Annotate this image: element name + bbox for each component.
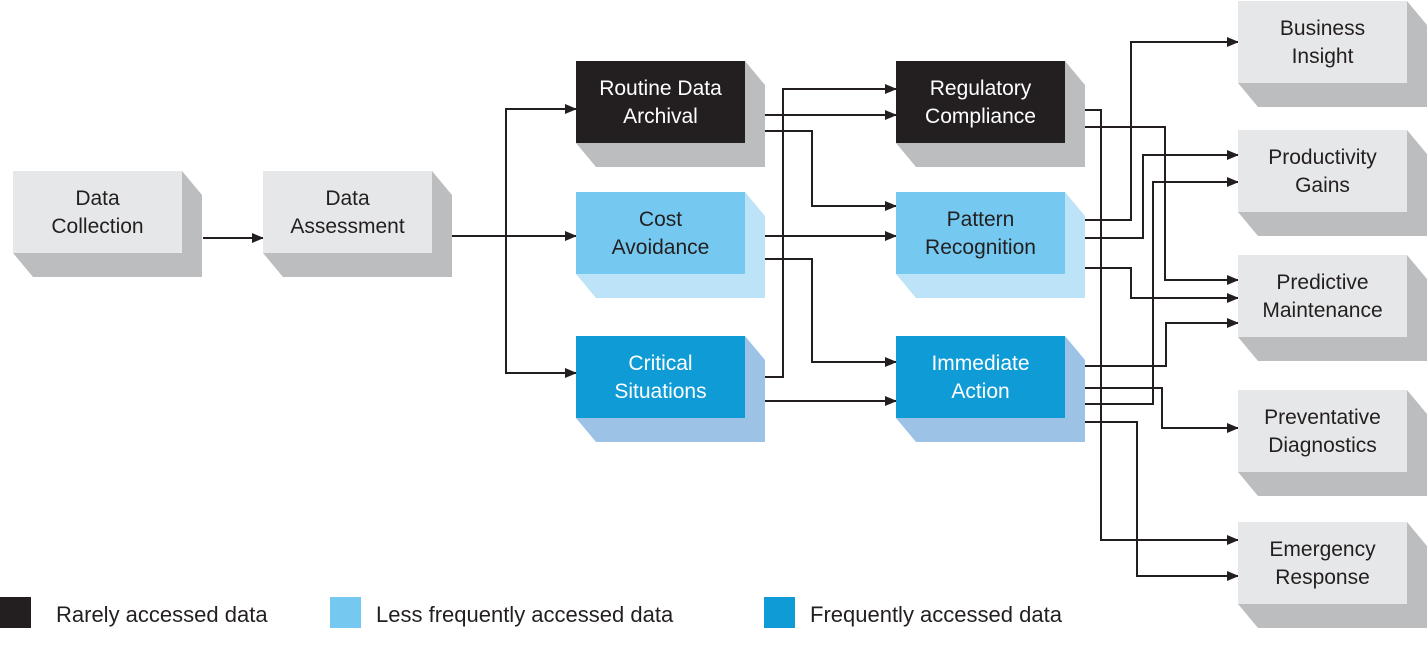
legend-swatch-less (330, 597, 361, 628)
nodes: Data Collection Data Assessment Routine Data… (13, 1, 1427, 628)
node-label: Collection (51, 215, 143, 238)
legend-swatch-frequent (764, 597, 795, 628)
legend-label-rare: Rarely accessed data (56, 602, 268, 627)
edge-immediate-to-emergency (1085, 421, 1239, 581)
node-label: Immediate (931, 352, 1029, 375)
node-label: Data (325, 187, 370, 210)
legend-label-less: Less frequently accessed data (376, 602, 674, 627)
node-face (1238, 522, 1407, 604)
edge-immediate-to-predictive (1085, 318, 1239, 367)
node-face (576, 192, 745, 274)
node-face (896, 336, 1065, 418)
node-productivity: Productivity Gains (1238, 130, 1427, 236)
edge-immediate-to-productivity (1085, 177, 1239, 405)
node-label: Insight (1292, 45, 1354, 68)
node-immediate: Immediate Action (896, 336, 1085, 442)
legend-label-frequent: Frequently accessed data (810, 602, 1062, 627)
node-face (1238, 1, 1407, 83)
edge-pattern-to-productivity (1085, 150, 1239, 239)
edge-regulatory-to-predictive (1085, 126, 1239, 285)
edge-pattern-to-insight (1085, 37, 1239, 221)
flow-diagram: Data Collection Data Assessment Routine Data… (13, 1, 1427, 628)
node-label: Emergency (1269, 538, 1376, 561)
edge-archival-to-pattern (765, 130, 897, 211)
node-archival: Routine Data Archival (576, 61, 765, 167)
node-label: Diagnostics (1268, 434, 1377, 457)
edge-critical-to-regulatory (765, 84, 897, 378)
edge-regulatory-to-emergency (1085, 109, 1239, 545)
node-face (13, 171, 182, 253)
node-face (1238, 130, 1407, 212)
node-label: Recognition (925, 236, 1036, 259)
node-label: Gains (1295, 174, 1350, 197)
node-cost: Cost Avoidance (576, 192, 765, 298)
node-face (896, 61, 1065, 143)
node-label: Maintenance (1262, 299, 1382, 322)
edge-assessment-to-critical (505, 236, 577, 378)
node-regulatory: Regulatory Compliance (896, 61, 1085, 167)
node-pattern: Pattern Recognition (896, 192, 1085, 298)
node-label: Cost (639, 208, 682, 231)
node-emergency: Emergency Response (1238, 522, 1427, 628)
node-label: Business (1280, 17, 1365, 40)
node-label: Action (951, 380, 1009, 403)
node-label: Critical (628, 352, 692, 375)
node-label: Situations (614, 380, 706, 403)
node-face (576, 336, 745, 418)
node-assessment: Data Assessment (263, 171, 452, 277)
node-insight: Business Insight (1238, 1, 1427, 107)
node-label: Regulatory (930, 77, 1032, 100)
node-label: Preventative (1264, 406, 1381, 429)
node-label: Avoidance (612, 236, 710, 259)
node-label: Data (75, 187, 120, 210)
edge-assessment-to-archival (452, 104, 577, 237)
edge-cost-to-immediate (765, 258, 897, 367)
node-label: Archival (623, 105, 698, 128)
node-preventative: Preventative Diagnostics (1238, 390, 1427, 496)
node-label: Productivity (1268, 146, 1377, 169)
node-predictive: Predictive Maintenance (1238, 255, 1427, 361)
node-label: Compliance (925, 105, 1036, 128)
node-collection: Data Collection (13, 171, 202, 277)
node-label: Predictive (1276, 271, 1368, 294)
node-critical: Critical Situations (576, 336, 765, 442)
node-face (1238, 390, 1407, 472)
node-label: Assessment (290, 215, 405, 238)
node-label: Response (1275, 566, 1370, 589)
node-face (576, 61, 745, 143)
node-face (896, 192, 1065, 274)
node-face (1238, 255, 1407, 337)
node-face (263, 171, 432, 253)
legend-swatch-rare (0, 597, 31, 628)
node-label: Routine Data (599, 77, 722, 100)
node-label: Pattern (947, 208, 1015, 231)
edge-pattern-to-predictive (1085, 267, 1239, 303)
